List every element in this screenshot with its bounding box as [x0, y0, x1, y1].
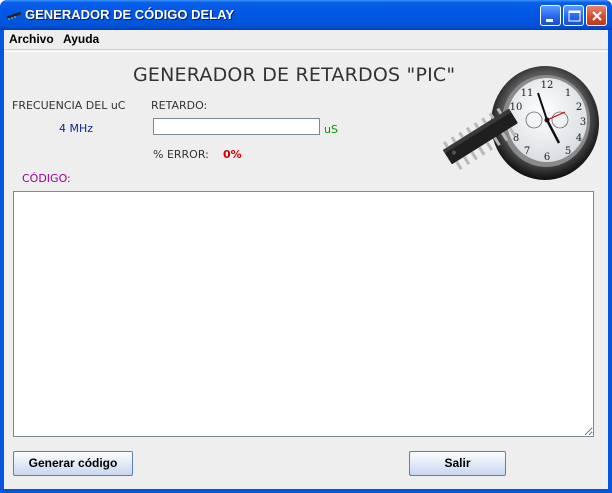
svg-text:5: 5 [565, 146, 571, 157]
menu-archivo[interactable]: Archivo [9, 32, 54, 46]
svg-text:11: 11 [521, 88, 534, 99]
pic-chip-and-clock-icon: 12 1 2 3 4 5 6 7 8 9 10 11 [442, 66, 599, 180]
error-label: % ERROR: [153, 148, 209, 161]
chip-icon [6, 8, 22, 22]
svg-text:3: 3 [580, 117, 586, 128]
code-textarea[interactable] [13, 191, 594, 437]
svg-text:12: 12 [541, 80, 554, 91]
window-title: GENERADOR DE CÓDIGO DELAY [25, 7, 234, 22]
delay-label: RETARDO: [151, 99, 208, 112]
error-value: 0% [223, 148, 242, 161]
exit-button[interactable]: Salir [409, 451, 506, 476]
page-title: GENERADOR DE RETARDOS "PIC" [133, 64, 456, 86]
close-icon [592, 11, 602, 21]
svg-text:6: 6 [544, 152, 550, 163]
code-label: CÓDIGO: [22, 172, 71, 185]
maximize-icon [568, 10, 581, 22]
menu-divider [4, 51, 608, 52]
delay-input[interactable] [153, 118, 320, 135]
title-bar[interactable]: GENERADOR DE CÓDIGO DELAY [0, 0, 612, 30]
svg-text:7: 7 [524, 146, 530, 157]
delay-unit: uS [324, 123, 338, 136]
generate-code-button[interactable]: Generar código [13, 451, 133, 476]
menu-bar: Archivo Ayuda [4, 30, 608, 50]
frequency-value: 4 MHz [59, 122, 94, 135]
minimize-icon [546, 19, 553, 22]
svg-text:1: 1 [565, 88, 571, 99]
menu-ayuda[interactable]: Ayuda [63, 32, 99, 46]
frequency-label: FRECUENCIA DEL uC [12, 99, 126, 112]
svg-text:10: 10 [510, 102, 523, 113]
close-button[interactable] [586, 5, 607, 26]
svg-text:2: 2 [576, 102, 582, 113]
app-window: GENERADOR DE CÓDIGO DELAY Archivo Ayuda … [0, 0, 612, 493]
minimize-button[interactable] [540, 5, 561, 26]
client-area: Archivo Ayuda GENERADOR DE RETARDOS "PIC… [4, 30, 608, 489]
maximize-button[interactable] [563, 5, 584, 26]
svg-text:4: 4 [576, 133, 582, 144]
